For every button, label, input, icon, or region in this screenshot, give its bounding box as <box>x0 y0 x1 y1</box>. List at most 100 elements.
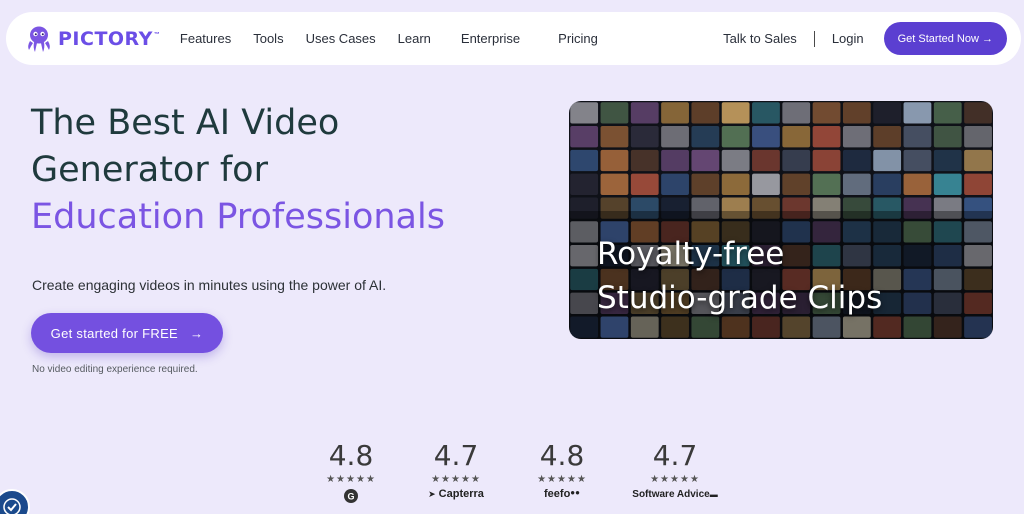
nav-link-enterprise[interactable]: Enterprise <box>457 31 524 46</box>
video-thumbnail <box>752 149 780 172</box>
video-thumbnail <box>873 173 902 195</box>
nav-link-pricing[interactable]: Pricing <box>554 31 602 46</box>
get-started-free-button[interactable]: Get started for FREE → <box>31 313 223 353</box>
video-thumbnail <box>721 102 750 124</box>
video-thumbnail <box>721 149 750 172</box>
nav-link-features[interactable]: Features <box>176 31 235 46</box>
nav-link-learn[interactable]: Learn <box>394 31 435 46</box>
hero-title-accent: Education Professionals <box>31 197 445 237</box>
video-thumbnail <box>752 126 780 148</box>
video-thumbnail <box>570 102 599 124</box>
video-thumbnail <box>630 126 659 148</box>
hero-note: No video editing experience required. <box>32 364 198 375</box>
login-link[interactable]: Login <box>828 31 868 46</box>
video-thumbnail <box>812 149 841 172</box>
video-thumbnail <box>964 102 992 124</box>
video-thumbnail <box>600 149 629 172</box>
video-thumbnail <box>752 173 780 195</box>
video-thumbnail <box>842 149 871 172</box>
video-thumbnail <box>630 149 659 172</box>
nav-link-use-cases[interactable]: Uses Cases <box>302 31 380 46</box>
rating-score: 4.7 <box>652 439 698 472</box>
hero-title-line-1: The Best AI Video <box>31 103 340 143</box>
video-thumbnail <box>933 173 962 195</box>
media-caption-line-1: Royalty-free <box>597 236 785 272</box>
rating-score: 4.8 <box>539 439 585 472</box>
feefo-logo: feefo●● <box>507 488 617 500</box>
hero-title: The Best AI Video Generator for Educatio… <box>31 100 511 241</box>
video-thumbnail <box>933 126 962 148</box>
logo-trademark: ™ <box>153 31 160 38</box>
video-thumbnail <box>570 173 599 195</box>
rating-g2: 4.8 ★★★★★ G <box>296 440 406 504</box>
video-thumbnail <box>903 126 932 148</box>
speech-bubble-icon: ▬ <box>709 490 718 499</box>
talk-to-sales-link[interactable]: Talk to Sales <box>719 31 801 46</box>
video-thumbnail <box>964 173 992 195</box>
get-started-now-button[interactable]: Get Started Now → <box>883 22 1007 55</box>
rating-score: 4.7 <box>433 439 479 472</box>
video-thumbnail <box>933 102 962 124</box>
video-thumbnail <box>933 149 962 172</box>
video-thumbnail <box>842 102 871 124</box>
top-navbar: PICTORY ™ Features Tools Uses Cases Lear… <box>6 12 1021 65</box>
nav-link-tools[interactable]: Tools <box>249 31 287 46</box>
video-thumbnail <box>721 126 750 148</box>
video-thumbnail <box>964 149 992 172</box>
video-thumbnail <box>661 102 689 124</box>
video-thumbnail <box>600 173 629 195</box>
video-thumbnail <box>782 126 811 148</box>
video-thumbnail <box>691 126 720 148</box>
video-thumbnail <box>570 126 599 148</box>
media-caption: Royalty-free Studio-grade Clips <box>597 232 882 320</box>
star-rating-icon: ★★★★★ <box>650 474 700 485</box>
nav-divider <box>813 30 815 47</box>
video-thumbnail <box>842 126 871 148</box>
video-thumbnail <box>903 173 932 195</box>
video-thumbnail <box>812 173 841 195</box>
media-caption-line-2: Studio-grade Clips <box>597 280 883 316</box>
feefo-brand-text: feefo <box>544 488 571 500</box>
stock-clips-media-card: Royalty-free Studio-grade Clips <box>569 101 993 339</box>
video-thumbnail <box>903 149 932 172</box>
video-thumbnail <box>782 173 811 195</box>
logo-text: PICTORY <box>58 27 153 50</box>
hero-title-line-2: Generator for <box>31 150 268 190</box>
software-advice-logo: Software Advice▬ <box>620 488 730 500</box>
star-rating-icon: ★★★★★ <box>326 474 376 485</box>
video-thumbnail <box>630 102 659 124</box>
video-thumbnail <box>661 126 689 148</box>
video-thumbnail <box>873 126 902 148</box>
video-thumbnail <box>903 102 932 124</box>
capterra-arrow-icon: ➤ <box>428 489 436 499</box>
video-thumbnail <box>691 102 720 124</box>
rating-capterra: 4.7 ★★★★★ ➤ Capterra <box>401 439 511 501</box>
video-thumbnail <box>842 173 871 195</box>
feefo-eyes-icon: ●● <box>570 488 580 497</box>
nav-links: Features Tools Uses Cases Learn Enterpri… <box>168 31 602 46</box>
video-thumbnail <box>752 102 780 124</box>
video-thumbnail <box>630 173 659 195</box>
octopus-logo-icon <box>28 26 50 52</box>
video-thumbnail <box>661 149 689 172</box>
video-thumbnail <box>691 173 720 195</box>
capterra-logo: ➤ Capterra <box>401 488 511 500</box>
video-thumbnail <box>691 149 720 172</box>
svg-text:G: G <box>347 492 354 502</box>
hero-subtitle: Create engaging videos in minutes using … <box>32 277 387 293</box>
video-thumbnail <box>721 173 750 195</box>
capterra-brand-text: Capterra <box>438 488 484 500</box>
rating-feefo: 4.8 ★★★★★ feefo●● <box>507 439 617 501</box>
rating-score: 4.8 <box>328 439 374 472</box>
accessibility-icon <box>3 498 21 514</box>
star-rating-icon: ★★★★★ <box>537 474 587 485</box>
video-thumbnail <box>873 149 902 172</box>
video-thumbnail <box>873 102 902 124</box>
star-rating-icon: ★★★★★ <box>431 474 481 485</box>
video-thumbnail <box>600 102 629 124</box>
arrow-right-icon: → <box>190 325 204 341</box>
rating-software-advice: 4.7 ★★★★★ Software Advice▬ <box>620 439 730 501</box>
video-thumbnail <box>782 102 811 124</box>
pictory-logo[interactable]: PICTORY ™ <box>24 24 160 54</box>
cta-label: Get started for FREE <box>50 325 179 341</box>
